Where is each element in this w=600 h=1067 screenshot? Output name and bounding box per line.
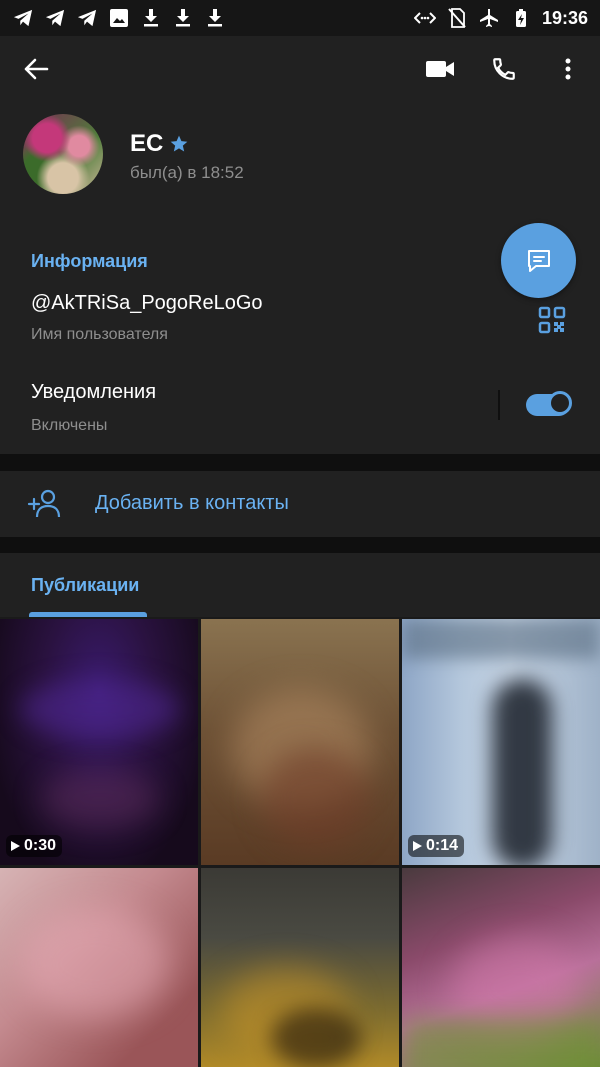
video-duration: 0:30 — [24, 837, 57, 854]
video-duration: 0:14 — [426, 837, 459, 854]
more-options-button[interactable] — [548, 49, 588, 89]
blur-shape — [261, 749, 371, 849]
blur-shape — [40, 769, 160, 829]
add-to-contacts-label: Добавить в контакты — [95, 492, 289, 514]
divider — [498, 390, 500, 420]
video-duration-badge: 0:30 — [6, 835, 63, 857]
send-message-button[interactable] — [501, 223, 576, 298]
add-to-contacts-button[interactable]: Добавить в контакты — [0, 471, 600, 537]
star-icon — [171, 135, 188, 152]
blur-shape — [402, 619, 600, 659]
telegram-icon — [12, 7, 34, 29]
media-item[interactable] — [402, 868, 600, 1067]
data-saver-icon — [413, 7, 436, 29]
telegram-icon — [44, 7, 66, 29]
message-icon — [527, 249, 550, 272]
media-tabs: Публикации — [0, 553, 600, 617]
back-arrow-icon — [24, 58, 49, 80]
avatar[interactable] — [23, 114, 103, 194]
profile-header: ЕС был(а) в 18:52 Информация @AkTRiSa_Po… — [0, 36, 600, 454]
username-value: @AkTRiSa_PogoReLoGo — [31, 292, 263, 314]
download-icon — [172, 7, 194, 29]
qr-code-icon — [538, 306, 566, 334]
section-divider — [0, 537, 600, 553]
video-camera-icon — [426, 61, 454, 77]
media-item[interactable] — [0, 868, 198, 1067]
blur-shape — [271, 1008, 361, 1067]
notifications-toggle[interactable] — [526, 391, 572, 416]
no-sim-icon — [446, 7, 468, 29]
blur-shape — [20, 679, 180, 739]
status-bar: 19:36 — [0, 0, 600, 36]
back-button[interactable] — [16, 49, 56, 89]
media-grid: 0:30 0:14 — [0, 619, 600, 1067]
more-vertical-icon — [565, 58, 571, 80]
add-user-icon — [27, 489, 61, 518]
tab-indicator — [29, 612, 147, 617]
notifications-title: Уведомления — [31, 381, 157, 403]
video-call-button[interactable] — [420, 49, 460, 89]
blur-shape — [492, 679, 552, 865]
play-icon — [413, 841, 422, 851]
action-bar — [0, 36, 600, 102]
profile-name-text: ЕС — [130, 130, 164, 157]
phone-icon — [493, 58, 515, 80]
video-duration-badge: 0:14 — [408, 835, 465, 857]
media-item[interactable] — [201, 868, 399, 1067]
voice-call-button[interactable] — [484, 49, 524, 89]
download-icon — [140, 7, 162, 29]
username-label: Имя пользователя — [31, 326, 168, 343]
download-icon — [204, 7, 226, 29]
qr-code-button[interactable] — [538, 306, 566, 334]
image-icon — [108, 7, 130, 29]
battery-charging-icon — [510, 7, 532, 29]
media-item[interactable] — [201, 619, 399, 865]
blur-shape — [402, 1018, 600, 1067]
play-icon — [11, 841, 20, 851]
profile-name: ЕС — [130, 130, 189, 158]
telegram-icon — [76, 7, 98, 29]
notification-icons — [0, 7, 226, 29]
airplane-icon — [478, 7, 500, 29]
clock: 19:36 — [541, 7, 588, 28]
toggle-knob — [548, 391, 572, 415]
blur-shape — [20, 908, 170, 1018]
system-icons: 19:36 — [413, 7, 600, 29]
last-seen-status: был(а) в 18:52 — [130, 163, 244, 182]
notifications-status: Включены — [31, 417, 108, 434]
tab-publications[interactable]: Публикации — [31, 575, 139, 596]
section-divider — [0, 454, 600, 471]
media-item[interactable]: 0:14 — [402, 619, 600, 865]
info-section-title: Информация — [31, 251, 148, 271]
media-item[interactable]: 0:30 — [0, 619, 198, 865]
